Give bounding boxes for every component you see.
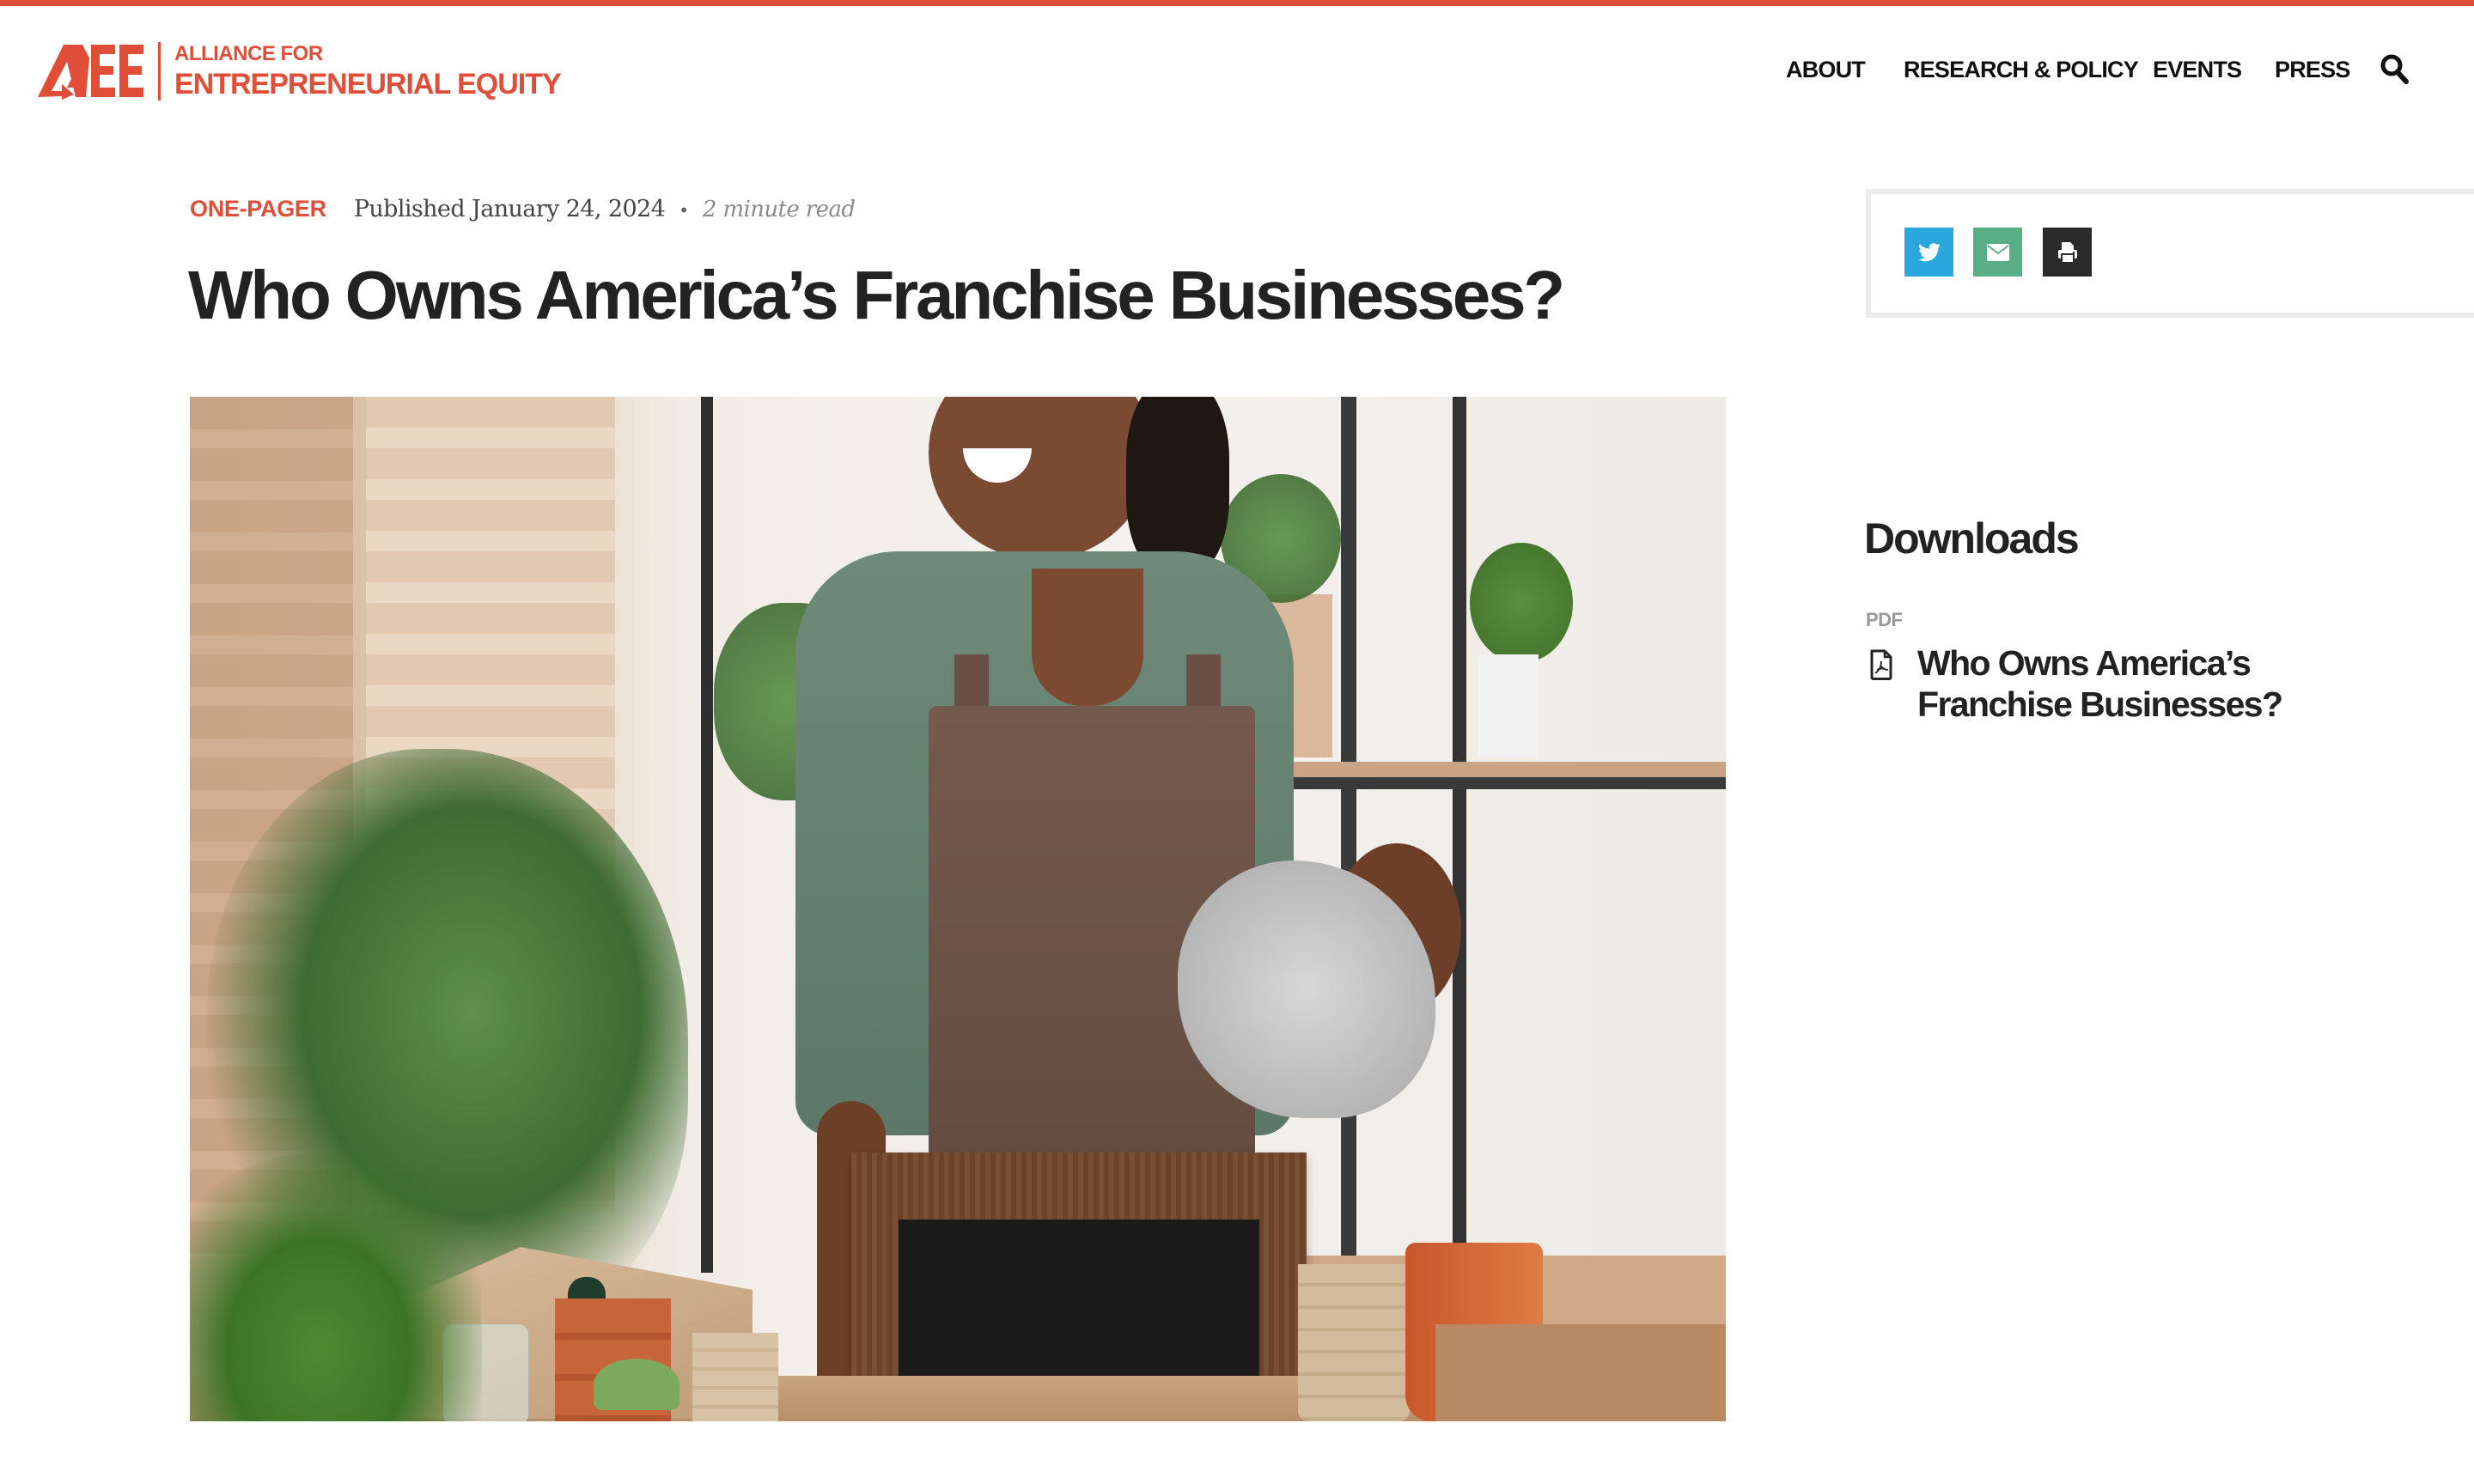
meta-separator: •: [680, 199, 687, 221]
share-twitter-button[interactable]: [1904, 228, 1953, 277]
page-title: Who Owns America’s Franchise Businesses?: [188, 257, 1565, 333]
downloads-heading: Downloads: [1864, 514, 2080, 563]
nav-item-events[interactable]: EVENTS: [2153, 57, 2242, 83]
pdf-file-icon: [1870, 649, 1892, 680]
search-button[interactable]: [2380, 53, 2410, 88]
nav-item-press[interactable]: PRESS: [2275, 57, 2350, 83]
share-email-button[interactable]: [1973, 228, 2022, 277]
logo-wordmark: ALLIANCE FOR ENTREPRENEURIAL EQUITY: [174, 42, 562, 100]
share-box: [1866, 189, 2474, 318]
category-link[interactable]: ONE-PAGER: [190, 196, 326, 222]
top-accent-bar: [0, 0, 2474, 6]
twitter-icon: [1917, 242, 1941, 261]
published-date: Published January 24, 2024: [353, 196, 666, 222]
nav-item-research-policy[interactable]: RESEARCH & POLICY: [1904, 57, 2139, 83]
article-meta: ONE-PAGER Published January 24, 2024 • 2…: [190, 196, 856, 222]
aee-logo-mark-icon: [38, 45, 143, 100]
download-link[interactable]: Who Owns America’s Franchise Businesses?: [1869, 642, 2330, 725]
print-button[interactable]: [2043, 228, 2092, 277]
print-icon: [2057, 241, 2077, 264]
logo-line-1: ALLIANCE FOR: [174, 42, 323, 65]
hero-image: Franchise: [190, 397, 1726, 1421]
site-logo[interactable]: ALLIANCE FOR ENTREPRENEURIAL EQUITY: [38, 41, 562, 101]
logo-divider: [158, 42, 161, 100]
search-icon: [2380, 54, 2409, 84]
download-title: Who Owns America’s Franchise Businesses?: [1917, 643, 2283, 724]
file-type-label: PDF: [1866, 609, 1903, 630]
email-icon: [1986, 243, 2009, 261]
read-time: 2 minute read: [702, 197, 856, 222]
logo-line-2: ENTREPRENEURIAL EQUITY: [174, 68, 562, 100]
nav-item-about[interactable]: ABOUT: [1786, 57, 1866, 83]
